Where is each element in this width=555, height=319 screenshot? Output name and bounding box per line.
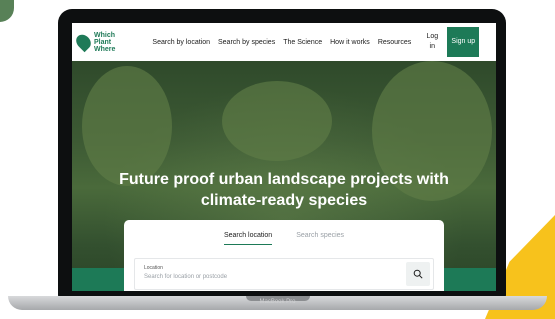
leaf-logo-icon xyxy=(73,31,94,53)
tab-search-species[interactable]: Search species xyxy=(296,232,344,245)
signup-button[interactable]: Sign up xyxy=(447,27,480,57)
location-search-input[interactable]: Search for location or postcode xyxy=(144,274,227,280)
nav-link-how-it-works[interactable]: How it works xyxy=(330,39,370,46)
hero-title: Future proof urban landscape projects wi… xyxy=(119,171,449,209)
nav-link-the-science[interactable]: The Science xyxy=(283,39,322,46)
search-tabs: Search location Search species xyxy=(124,232,444,245)
location-field[interactable]: Location Search for location or postcode xyxy=(134,258,434,290)
tree-silhouette xyxy=(222,81,332,161)
tree-silhouette xyxy=(82,66,172,186)
leaf-decoration xyxy=(0,0,14,22)
site-logo[interactable]: Which Plant Where xyxy=(73,31,116,53)
search-card: Search location Search species Location … xyxy=(124,220,444,291)
nav-link-search-species[interactable]: Search by species xyxy=(218,39,275,46)
nav-links: Search by location Search by species The… xyxy=(152,39,419,46)
device-label: MacBook Pro xyxy=(259,299,296,305)
search-icon xyxy=(413,269,423,279)
location-field-label: Location xyxy=(144,265,163,271)
tab-search-location[interactable]: Search location xyxy=(223,232,273,245)
nav-link-resources[interactable]: Resources xyxy=(378,39,411,46)
nav-link-search-location[interactable]: Search by location xyxy=(152,39,210,46)
top-navigation: Which Plant Where Search by location Sea… xyxy=(72,23,496,61)
logo-text: Which Plant Where xyxy=(94,31,116,53)
search-button[interactable] xyxy=(406,262,430,286)
laptop-screen: Which Plant Where Search by location Sea… xyxy=(72,23,496,291)
login-link[interactable]: Log in xyxy=(425,32,439,52)
